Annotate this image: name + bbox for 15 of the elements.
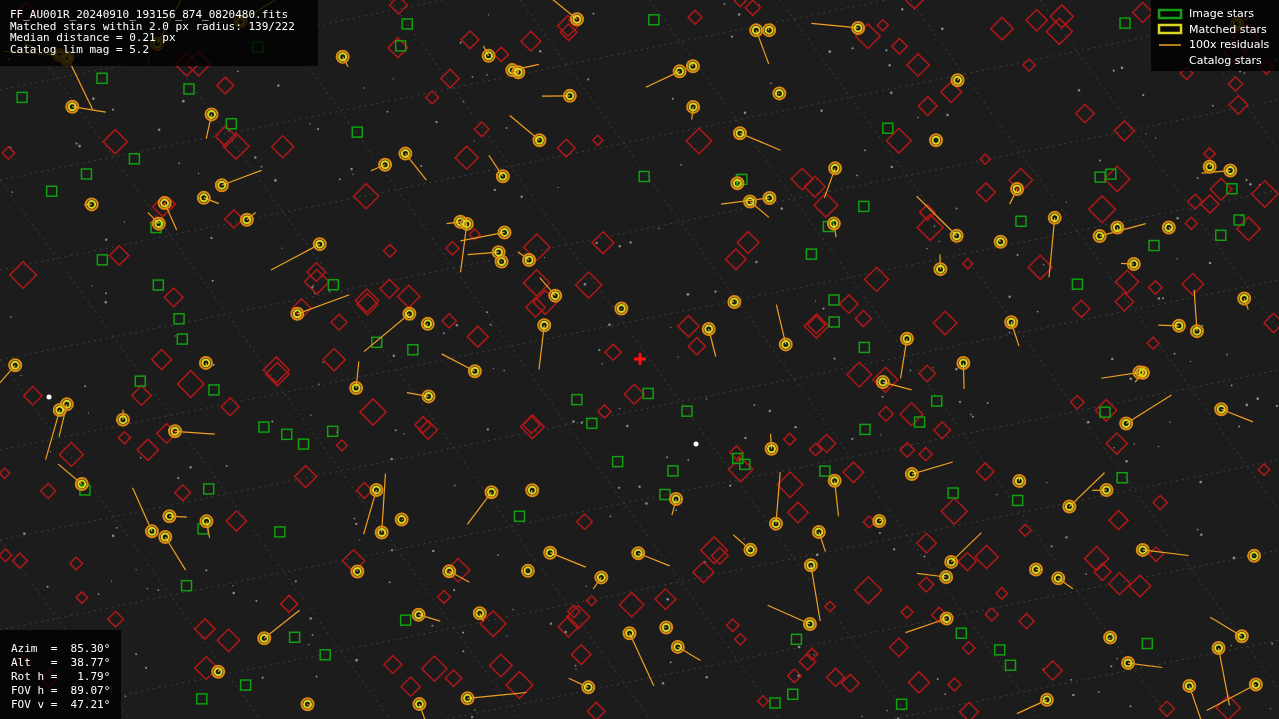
- pointing-line: Azim = 85.30°: [11, 642, 112, 656]
- legend-label: Catalog stars: [1189, 53, 1262, 67]
- info-line: Catalog lim mag = 5.2: [10, 43, 151, 55]
- pointing-line: FOV v = 47.21°: [11, 698, 112, 712]
- legend-label: 100x residuals: [1189, 38, 1270, 52]
- info-line: FF_AU001R_20240910_193156_874_0820480.fits: [10, 9, 290, 21]
- pointing-line: FOV h = 89.07°: [11, 684, 112, 698]
- legend-label: Matched stars: [1189, 22, 1267, 36]
- info-line: Median distance = 0.21 px: [10, 32, 176, 44]
- legend-label: Image stars: [1189, 7, 1254, 21]
- pointing-line: Alt = 38.77°: [11, 656, 112, 670]
- legend-square-icon: [1157, 23, 1183, 36]
- info-line: Matched stars within 2.0 px radius: 139/222: [10, 20, 296, 32]
- pointing-line: Rot h = 1.79°: [11, 670, 112, 684]
- legend-square-icon: [1157, 7, 1183, 20]
